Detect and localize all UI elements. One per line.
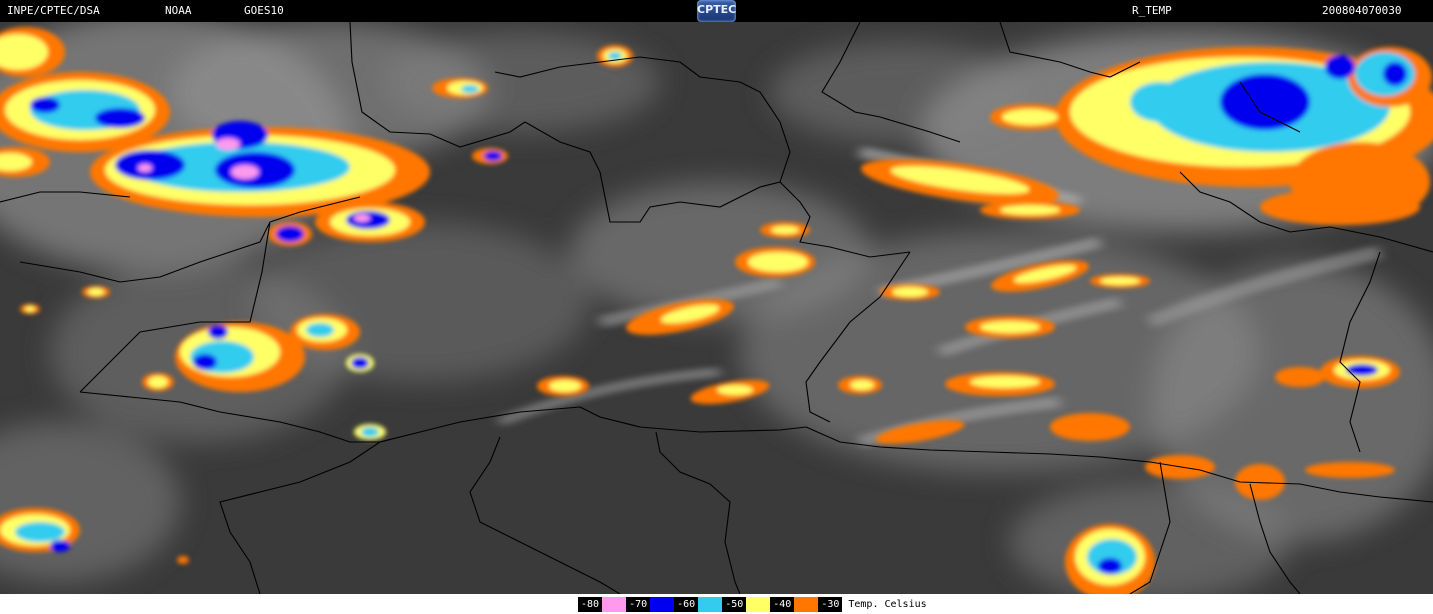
legend-swatch — [602, 597, 627, 612]
temperature-legend: -80 -70 -60 -50 -40 -30 Temp. Celsius — [578, 597, 927, 612]
legend-label: -50 — [722, 597, 747, 612]
cptec-logo: CPTEC — [697, 0, 736, 22]
satellite-label: GOES10 — [244, 4, 284, 17]
legend-swatch — [794, 597, 819, 612]
legend-label: -80 — [578, 597, 603, 612]
datetime-label: 200804070030 — [1322, 4, 1402, 17]
satellite-image — [0, 22, 1433, 594]
legend-label: -60 — [674, 597, 699, 612]
legend-swatch — [650, 597, 675, 612]
legend-swatch — [698, 597, 723, 612]
satellite-map — [0, 22, 1433, 594]
legend-label: -70 — [626, 597, 651, 612]
logo-text: CPTEC — [697, 3, 737, 16]
agency-label: NOAA — [165, 4, 192, 17]
product-label: R_TEMP — [1132, 4, 1172, 17]
header-bar: INPE/CPTEC/DSA NOAA GOES10 CPTEC R_TEMP … — [0, 0, 1433, 22]
legend-swatch — [746, 597, 771, 612]
legend-label: -40 — [770, 597, 795, 612]
legend-unit-label: Temp. Celsius — [848, 599, 927, 610]
institute-label: INPE/CPTEC/DSA — [7, 4, 100, 17]
legend-label: -30 — [818, 597, 843, 612]
